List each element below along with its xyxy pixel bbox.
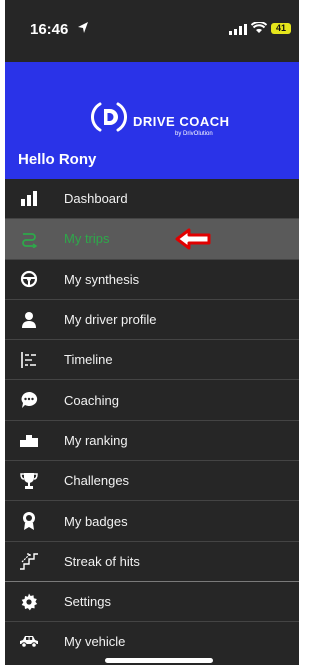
menu-item-challenges[interactable]: Challenges (5, 461, 299, 500)
trophy-icon (19, 471, 39, 491)
wifi-icon (251, 22, 267, 33)
menu-item-label: Dashboard (64, 191, 128, 207)
app-header: DRIVE COACH by DrivOlution Hello Rony (5, 62, 299, 179)
menu-item-my-ranking[interactable]: My ranking (5, 421, 299, 460)
status-time: 16:46 (30, 21, 69, 38)
menu-item-label: Settings (64, 594, 111, 610)
status-bar: 16:46 41 (5, 0, 299, 62)
menu-item-streak-of-hits[interactable]: Streak of hits (5, 542, 299, 581)
menu-item-label: My driver profile (64, 312, 157, 328)
menu-item-dashboard[interactable]: Dashboard (5, 179, 299, 218)
battery-icon: 41 (271, 23, 291, 34)
menu-item-my-vehicle[interactable]: My vehicle (5, 622, 299, 661)
menu-item-coaching[interactable]: Coaching (5, 380, 299, 419)
bar-chart-icon (19, 189, 39, 209)
menu-item-label: My vehicle (64, 634, 126, 650)
timeline-icon (19, 350, 39, 370)
steering-wheel-icon (19, 269, 39, 289)
podium-icon (19, 430, 39, 450)
menu-item-label: Challenges (64, 473, 130, 489)
menu-item-my-badges[interactable]: My badges (5, 501, 299, 540)
home-indicator[interactable] (105, 658, 213, 663)
menu-item-label: Streak of hits (64, 553, 140, 569)
menu-item-label: Timeline (64, 352, 113, 368)
menu-item-label: My ranking (64, 432, 128, 448)
menu-item-label: My badges (64, 513, 128, 529)
gear-icon (19, 592, 39, 612)
logo-title: DRIVE COACH (133, 114, 230, 129)
menu-item-timeline[interactable]: Timeline (5, 340, 299, 379)
menu-item-settings[interactable]: Settings (5, 582, 299, 621)
menu-item-my-trips[interactable]: My trips (5, 219, 299, 259)
drive-coach-logo-icon (91, 102, 127, 132)
car-icon (19, 632, 39, 652)
route-icon (19, 229, 39, 249)
chat-bubble-icon (19, 390, 39, 410)
greeting-text: Hello Rony (18, 151, 97, 168)
badge-icon (19, 511, 39, 531)
menu-item-label: My trips (64, 231, 110, 247)
menu-item-label: My synthesis (64, 271, 140, 287)
signal-icon (229, 24, 247, 35)
person-icon (19, 310, 39, 330)
menu-item-my-synthesis[interactable]: My synthesis (5, 260, 299, 299)
logo-subtitle: by DrivOlution (175, 131, 213, 137)
phone-screen: 16:46 41 DRIVE COACH by DrivOlution Hell… (5, 0, 299, 665)
menu-item-label: Coaching (64, 392, 119, 408)
red-arrow-icon (175, 228, 211, 250)
location-arrow-icon (78, 22, 88, 33)
menu-item-my-driver-profile[interactable]: My driver profile (5, 300, 299, 339)
stairs-icon (19, 551, 39, 571)
side-menu: Dashboard My trips My synthesis My drive… (5, 179, 299, 662)
